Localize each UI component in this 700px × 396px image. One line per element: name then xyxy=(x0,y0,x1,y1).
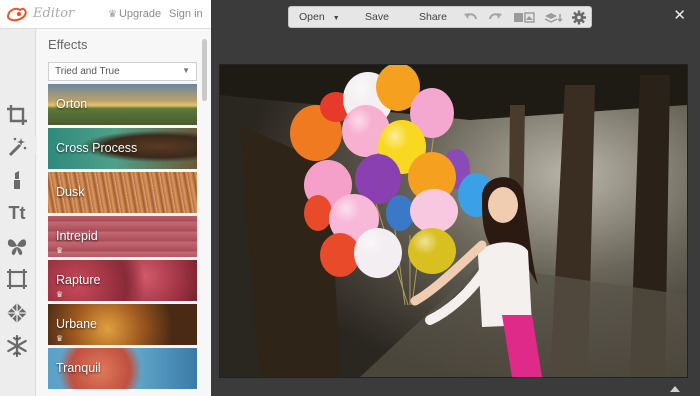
effects-heading: Effects xyxy=(48,37,88,52)
effects-scrollbar[interactable] xyxy=(202,39,207,101)
lipstick-icon xyxy=(14,171,20,189)
effect-rapture[interactable]: Rapture ♛ xyxy=(48,260,197,301)
effects-category-select[interactable]: Tried and True ▼ xyxy=(48,62,197,81)
effect-label: Orton xyxy=(56,97,88,111)
tool-rail: Tt xyxy=(0,29,36,396)
logo-icon xyxy=(6,7,27,22)
expand-panel-icon[interactable] xyxy=(670,386,680,392)
share-button[interactable]: Share xyxy=(419,11,447,23)
app-title: Editor xyxy=(33,6,75,21)
top-bar: Editor ♛ Upgrade Sign in xyxy=(0,0,211,29)
save-button[interactable]: Save xyxy=(365,11,389,23)
snowflake-icon xyxy=(7,335,27,357)
effect-cross-process[interactable]: Cross Process xyxy=(48,128,197,169)
workspace: Open ▼ Save Share ✕ xyxy=(212,0,700,396)
chevron-down-icon: ▼ xyxy=(182,66,190,75)
effects-category-value: Tried and True xyxy=(55,66,120,77)
effect-tranquil[interactable]: Tranquil xyxy=(48,348,197,389)
layers-icon[interactable] xyxy=(544,10,564,25)
effect-label: Tranquil xyxy=(56,361,101,375)
redo-icon[interactable] xyxy=(487,10,503,25)
effects-tool[interactable] xyxy=(3,133,31,161)
open-menu-button[interactable]: Open ▼ xyxy=(299,11,340,23)
effect-dusk[interactable]: Dusk xyxy=(48,172,197,213)
photo-canvas[interactable] xyxy=(220,65,687,377)
premium-crown-icon: ♛ xyxy=(56,246,64,255)
compare-icon[interactable] xyxy=(513,10,535,25)
effect-label: Urbane xyxy=(56,317,97,331)
upgrade-link[interactable]: ♛ Upgrade xyxy=(108,8,161,20)
chevron-down-icon: ▼ xyxy=(332,15,340,22)
effect-intrepid[interactable]: Intrepid ♛ xyxy=(48,216,197,257)
effect-label: Dusk xyxy=(56,185,85,199)
effect-orton[interactable]: Orton xyxy=(48,84,197,125)
seasonal-tool[interactable] xyxy=(3,332,31,360)
gear-icon[interactable] xyxy=(571,10,587,25)
close-button[interactable]: ✕ xyxy=(673,6,686,24)
text-tool[interactable]: Tt xyxy=(3,199,31,227)
effect-label: Rapture xyxy=(56,273,101,287)
frames-tool[interactable] xyxy=(3,265,31,293)
crop-icon xyxy=(7,105,27,125)
crop-tool[interactable] xyxy=(3,101,31,129)
texture-icon xyxy=(7,303,27,323)
sign-in-link[interactable]: Sign in xyxy=(169,8,203,20)
frame-icon xyxy=(7,269,27,289)
textures-tool[interactable] xyxy=(3,299,31,327)
effect-urbane[interactable]: Urbane ♛ xyxy=(48,304,197,345)
overlays-tool[interactable] xyxy=(3,232,31,260)
upgrade-label: Upgrade xyxy=(118,8,162,20)
undo-icon[interactable] xyxy=(463,10,479,25)
touch-up-tool[interactable] xyxy=(3,166,31,194)
premium-crown-icon: ♛ xyxy=(56,290,64,299)
butterfly-icon xyxy=(7,239,27,256)
text-icon: Tt xyxy=(8,202,26,223)
effect-label: Cross Process xyxy=(56,141,138,155)
magic-wand-icon xyxy=(8,137,27,157)
open-label: Open xyxy=(299,11,325,23)
crown-icon: ♛ xyxy=(108,9,117,20)
editor-toolbar: Open ▼ Save Share xyxy=(288,6,592,28)
effect-label: Intrepid xyxy=(56,229,98,243)
effects-panel: Effects Tried and True ▼ Orton Cross Pro… xyxy=(37,29,211,396)
premium-crown-icon: ♛ xyxy=(56,334,64,343)
left-panel: Editor ♛ Upgrade Sign in Tt Effects Trie… xyxy=(0,0,211,396)
